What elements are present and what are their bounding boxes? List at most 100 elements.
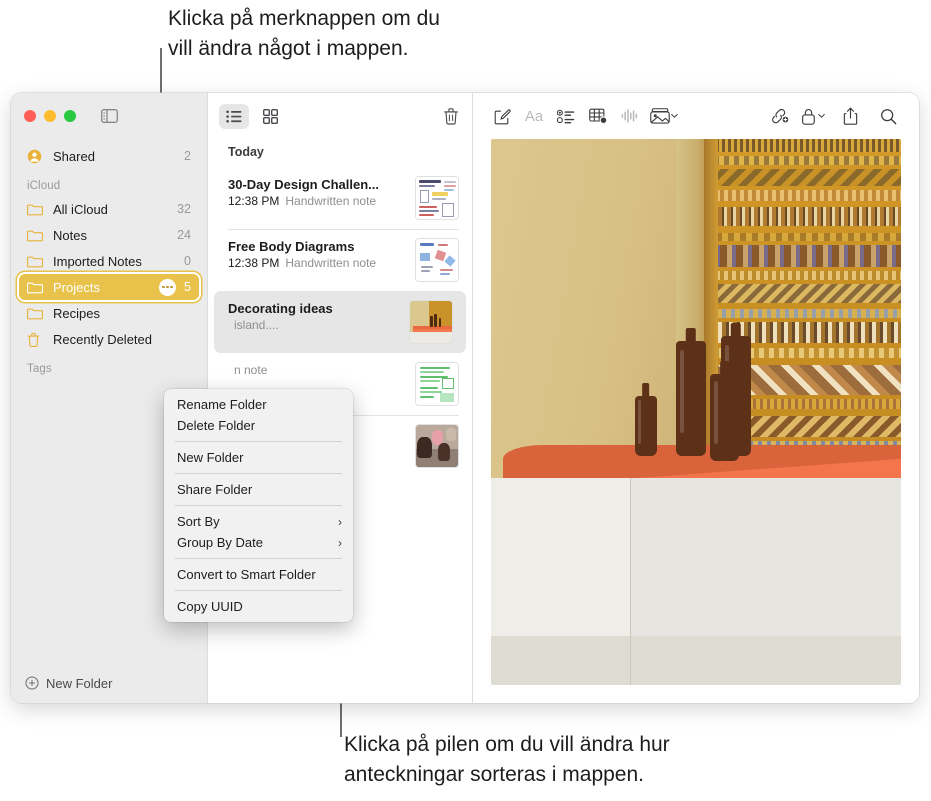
menu-item-label: Sort By bbox=[177, 514, 220, 529]
menu-item-sort-by[interactable]: Sort By › bbox=[164, 511, 353, 532]
photo-bottle-tall-left bbox=[675, 341, 707, 456]
note-list-item[interactable]: Free Body Diagrams 12:38 PM Handwritten n… bbox=[208, 229, 472, 291]
minimize-window-button[interactable] bbox=[44, 110, 56, 122]
menu-separator bbox=[175, 505, 342, 506]
note-text: n note bbox=[228, 362, 405, 379]
new-folder-button[interactable]: New Folder bbox=[11, 663, 207, 703]
compose-note-icon[interactable] bbox=[487, 103, 517, 129]
menu-item-label: New Folder bbox=[177, 450, 244, 465]
sidebar-item-count: 0 bbox=[184, 254, 191, 268]
note-text: Decorating ideas island.... bbox=[228, 300, 399, 334]
sidebar-item-label: All iCloud bbox=[53, 201, 108, 217]
checklist-icon[interactable] bbox=[551, 103, 581, 129]
sidebar-item-notes[interactable]: Notes 24 bbox=[19, 222, 199, 248]
sidebar-section-tags-label: Tags bbox=[27, 363, 52, 375]
note-meta: island.... bbox=[228, 317, 399, 334]
folder-context-menu[interactable]: Rename Folder Delete Folder New Folder S… bbox=[164, 389, 353, 622]
media-icon[interactable] bbox=[647, 103, 673, 129]
menu-item-label: Rename Folder bbox=[177, 397, 267, 412]
sidebar-item-imported-notes[interactable]: Imported Notes 0 bbox=[19, 248, 199, 274]
note-list-item[interactable]: 30-Day Design Challen... 12:38 PM Handwri… bbox=[208, 167, 472, 229]
menu-item-convert-to-smart-folder[interactable]: Convert to Smart Folder bbox=[164, 564, 353, 585]
note-title: 30-Day Design Challen... bbox=[228, 177, 379, 192]
menu-separator bbox=[175, 473, 342, 474]
menu-item-label: Convert to Smart Folder bbox=[177, 567, 316, 582]
notes-group-header: Today bbox=[228, 145, 264, 159]
sidebar-item-count: 32 bbox=[177, 202, 191, 216]
annotation-bottom: Klicka på pilen om du vill ändra hur ant… bbox=[344, 733, 670, 786]
gallery-view-icon[interactable] bbox=[255, 104, 285, 129]
sidebar-item-shared[interactable]: Shared 2 bbox=[19, 143, 199, 169]
menu-item-label: Copy UUID bbox=[177, 599, 243, 614]
close-window-button[interactable] bbox=[24, 110, 36, 122]
notes-app-window: Shared 2 iCloud All iCloud 32 Notes 24 I… bbox=[11, 93, 919, 703]
list-view-icon[interactable] bbox=[219, 103, 249, 129]
share-icon[interactable] bbox=[835, 103, 865, 129]
table-icon[interactable] bbox=[583, 103, 613, 129]
menu-item-label: Group By Date bbox=[177, 535, 263, 550]
link-icon[interactable] bbox=[764, 103, 794, 129]
audio-waveform-icon[interactable] bbox=[615, 103, 645, 129]
sidebar-section-icloud-label: iCloud bbox=[27, 180, 61, 192]
format-text-icon[interactable]: Aa bbox=[519, 103, 549, 129]
sidebar-item-count: 2 bbox=[184, 149, 191, 163]
menu-item-delete-folder[interactable]: Delete Folder bbox=[164, 415, 353, 436]
delete-note-button[interactable] bbox=[443, 107, 459, 125]
notes-list-toolbar bbox=[208, 93, 472, 139]
note-thumbnail bbox=[415, 362, 459, 406]
note-subtitle: Handwritten note bbox=[285, 256, 377, 270]
sidebar-item-projects[interactable]: Projects 5 bbox=[19, 274, 199, 300]
note-detail-pane: Aa bbox=[472, 93, 919, 703]
folder-more-button[interactable] bbox=[159, 278, 177, 296]
zoom-window-button[interactable] bbox=[64, 110, 76, 122]
note-title: Free Body Diagrams bbox=[228, 239, 355, 254]
note-toolbar: Aa bbox=[473, 93, 919, 139]
sidebar-item-recipes[interactable]: Recipes bbox=[19, 300, 199, 326]
menu-item-new-folder[interactable]: New Folder bbox=[164, 447, 353, 468]
sidebar-item-recently-deleted[interactable]: Recently Deleted bbox=[19, 326, 199, 352]
photo-corner-edge bbox=[630, 477, 632, 685]
note-subtitle: n note bbox=[234, 363, 268, 377]
sidebar-titlebar bbox=[11, 93, 207, 139]
note-time: 12:38 PM bbox=[228, 194, 280, 208]
photo-bottle-medium bbox=[710, 373, 740, 462]
photo-floor bbox=[491, 635, 901, 685]
new-folder-label: New Folder bbox=[46, 675, 113, 691]
chevron-down-icon[interactable] bbox=[671, 113, 678, 120]
folder-icon bbox=[27, 229, 46, 242]
lock-icon[interactable] bbox=[796, 103, 820, 129]
sidebar-item-label: Recipes bbox=[53, 305, 100, 321]
search-icon[interactable] bbox=[873, 103, 903, 129]
menu-item-copy-uuid[interactable]: Copy UUID bbox=[164, 596, 353, 617]
note-photo-container bbox=[473, 139, 919, 703]
menu-item-group-by-date[interactable]: Group By Date › bbox=[164, 532, 353, 553]
menu-item-label: Delete Folder bbox=[177, 418, 256, 433]
folder-icon bbox=[27, 203, 46, 216]
sidebar-toggle-icon[interactable] bbox=[101, 109, 118, 123]
note-text: 30-Day Design Challen... 12:38 PM Handwri… bbox=[228, 176, 405, 210]
photo-bottle-small bbox=[634, 395, 658, 456]
note-thumbnail bbox=[415, 176, 459, 220]
sidebar-item-all-icloud[interactable]: All iCloud 32 bbox=[19, 196, 199, 222]
folder-icon bbox=[27, 281, 46, 294]
note-subtitle: island.... bbox=[234, 318, 279, 332]
note-thumbnail bbox=[409, 300, 453, 344]
note-photo bbox=[491, 139, 901, 685]
menu-separator bbox=[175, 558, 342, 559]
sidebar-item-label: Imported Notes bbox=[53, 253, 142, 269]
screenshot-root: Klicka på merknappen om du vill ändra nå… bbox=[0, 0, 931, 801]
trash-icon bbox=[27, 332, 46, 347]
note-list-item[interactable]: Decorating ideas island.... bbox=[214, 291, 466, 353]
chevron-down-icon[interactable] bbox=[818, 113, 825, 120]
menu-item-rename-folder[interactable]: Rename Folder bbox=[164, 394, 353, 415]
note-time: 12:38 PM bbox=[228, 256, 280, 270]
annotation-top: Klicka på merknappen om du vill ändra nå… bbox=[168, 7, 440, 60]
note-title: Decorating ideas bbox=[228, 301, 333, 316]
sidebar-item-count: 24 bbox=[177, 228, 191, 242]
folder-icon bbox=[27, 255, 46, 268]
menu-item-share-folder[interactable]: Share Folder bbox=[164, 479, 353, 500]
sidebar-item-label: Shared bbox=[53, 148, 95, 164]
note-meta: 12:38 PM Handwritten note bbox=[228, 193, 405, 210]
note-thumbnail bbox=[415, 424, 459, 468]
sidebar-item-label: Notes bbox=[53, 227, 87, 243]
